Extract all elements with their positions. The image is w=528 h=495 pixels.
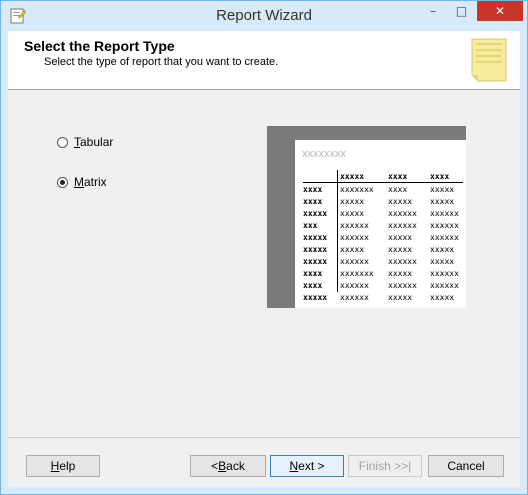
preview-cell: xxxx (430, 171, 450, 181)
preview-cell: xxxxx (430, 196, 455, 206)
preview-page: xxxxxxxx xxxxx xxxx xxxx xxxx xxxxxxx xxxx xxx… (295, 140, 466, 308)
preview-cell: xxxx (388, 184, 408, 194)
preview-cell: xxxxx (340, 196, 365, 206)
preview-cell: xxxxx (303, 208, 328, 218)
preview-cell: xxxxx (388, 292, 413, 302)
preview-cell: xxxxx (388, 232, 413, 242)
preview-row: xxxxxxxxxxxxxxxxxxxxxx (303, 207, 463, 219)
preview-cell: xxxxxx (388, 220, 417, 230)
preview-title: xxxxxxxx (302, 148, 346, 160)
preview-header-row: xxxxx xxxx xxxx (303, 170, 463, 183)
preview-row: xxxx xxxxx xxxxx xxxxx (303, 195, 463, 207)
preview-cell: xxxxx (340, 244, 365, 254)
preview-cell: xxxxx (303, 244, 328, 254)
preview-cell: xxxxx (303, 232, 328, 242)
maximize-button[interactable]: □ (448, 1, 475, 21)
preview-row: xxxxxxxxxxxxxxxxxxxxxx (303, 255, 463, 267)
preview-cell: xxxxx (303, 292, 328, 302)
radio-selected-dot (60, 179, 65, 185)
preview-cell: xxxx (388, 171, 408, 181)
radio-matrix-circle[interactable] (57, 176, 68, 188)
preview-cell: xxxxxx (430, 280, 459, 290)
preview-cell: xxxxx (388, 244, 413, 254)
preview-cell: xxxxxx (388, 256, 417, 266)
title-bar[interactable]: Report Wizard – □ ✕ (1, 1, 527, 31)
finish-button[interactable]: Finish >>| (348, 455, 422, 477)
preview-cell: xxxxxx (340, 232, 369, 242)
preview-cell: xxxxx (388, 196, 413, 206)
preview-row-divider (337, 170, 338, 292)
preview-cell: xxxx (303, 268, 323, 278)
cancel-button[interactable]: Cancel (428, 455, 504, 477)
wizard-header: Select the Report Type Select the type o… (8, 31, 520, 90)
preview-cell: xxxxxxx (340, 268, 374, 278)
preview-cell: xxxxx (303, 256, 328, 266)
radio-tabular-label[interactable]: Tabular (74, 135, 113, 149)
preview-cell: xxxxxx (430, 208, 459, 218)
preview-cell: xxxxxx (340, 256, 369, 266)
note-pad-icon (471, 38, 507, 82)
minimize-button[interactable]: – (419, 1, 447, 21)
preview-cell: xxxxx (430, 292, 455, 302)
preview-cell: xxxxx (430, 244, 455, 254)
preview-row: xxxxxxxxxxxxxxxxxxxxx (303, 219, 463, 231)
report-wizard-window: Report Wizard – □ ✕ Select the Report Ty… (0, 0, 528, 495)
preview-cell: xxxxx (430, 256, 455, 266)
preview-cell: xxxxxx (340, 220, 369, 230)
back-button[interactable]: < Back (190, 455, 266, 477)
page-description: Select the type of report that you want … (44, 56, 279, 68)
radio-tabular[interactable]: Tabular (57, 135, 113, 149)
preview-cell: xxxxxx (388, 280, 417, 290)
preview-cell: xxxxxx (430, 220, 459, 230)
next-button[interactable]: Next > (270, 455, 344, 477)
footer-separator (8, 437, 520, 438)
preview-cell: xxxx (303, 196, 323, 206)
preview-row: xxxxxxxxxxxxxxxxxxxxxx (303, 279, 463, 291)
preview-row: xxxxxxxxxxxxxxxxxxxx (303, 183, 463, 195)
wizard-body: Select the Report Type Select the type o… (8, 31, 520, 487)
preview-cell: xxxxx (340, 208, 365, 218)
radio-matrix[interactable]: Matrix (57, 175, 107, 189)
preview-cell: xxxxx (340, 171, 365, 181)
preview-cell: xxxxxx (340, 280, 369, 290)
radio-matrix-label[interactable]: Matrix (74, 175, 107, 189)
preview-row: xxxxx xxxxx xxxxx xxxxx (303, 243, 463, 255)
preview-cell: xxxx (303, 184, 323, 194)
preview-cell: xxxx (303, 280, 323, 290)
page-title: Select the Report Type (24, 38, 175, 54)
preview-cell: xxxxx (388, 268, 413, 278)
preview-matrix: xxxxx xxxx xxxx xxxx xxxxxxx xxxx xxxxx xxxx xxx… (303, 170, 463, 303)
preview-row: xxxxxxxxxxxxxxxxxxxxxx (303, 231, 463, 243)
preview-cell: xxxxxx (340, 292, 369, 302)
help-button[interactable]: Help (26, 455, 100, 477)
preview-cell: xxx (303, 220, 318, 230)
preview-cell: xxxxxx (430, 232, 459, 242)
preview-cell: xxxxxxx (340, 184, 374, 194)
preview-cell: xxxxx (430, 184, 455, 194)
preview-row: xxxxxxxxxxxxxxxxxxxxxx (303, 267, 463, 279)
radio-tabular-circle[interactable] (57, 136, 68, 148)
close-button[interactable]: ✕ (477, 1, 523, 21)
preview-cell: xxxxxx (388, 208, 417, 218)
preview-row: xxxxxxxxxxxxxxxxxxxxx (303, 291, 463, 303)
preview-cell: xxxxxx (430, 268, 459, 278)
report-preview: xxxxxxxx xxxxx xxxx xxxx xxxx xxxxxxx xxxx xxx… (267, 126, 466, 308)
